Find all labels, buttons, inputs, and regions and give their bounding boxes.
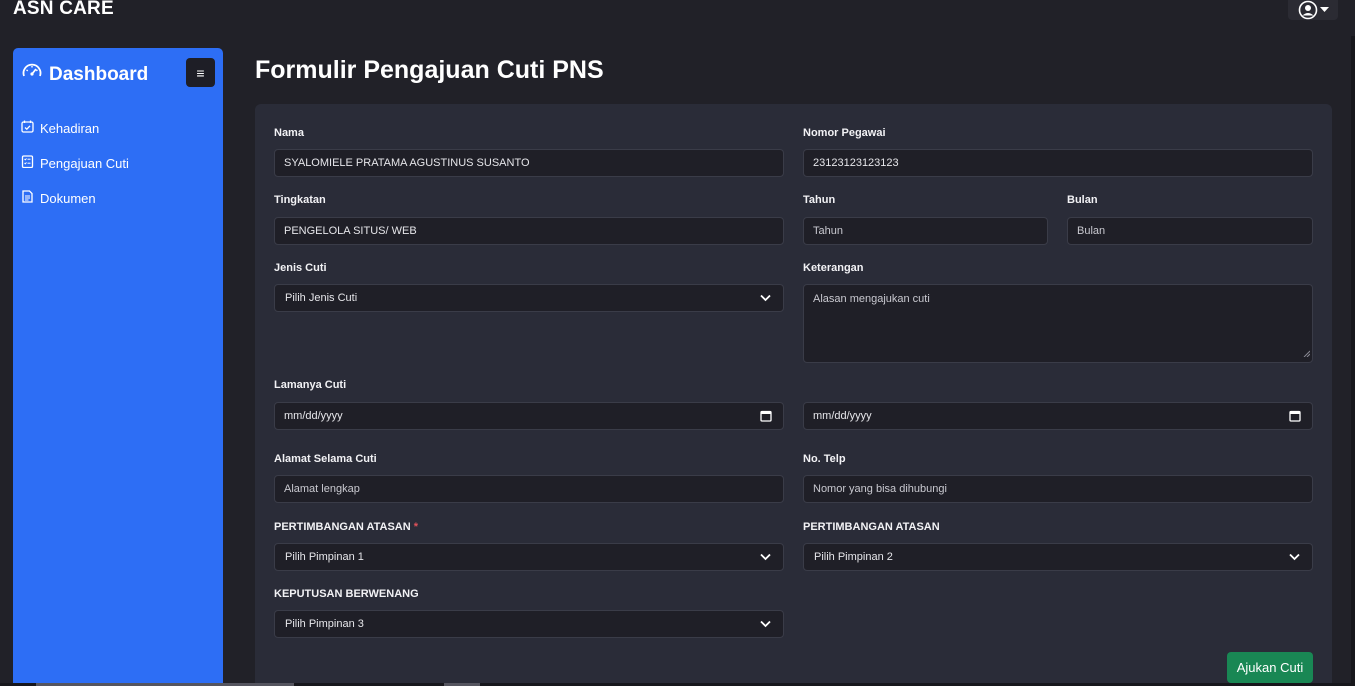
sidebar: Dashboard ≡ Kehadiran Pengajuan Cuti Dok… <box>13 48 223 686</box>
nama-field[interactable]: SYALOMIELE PRATAMA AGUSTINUS SUSANTO <box>274 149 784 177</box>
sidebar-item-dokumen[interactable]: Dokumen <box>21 190 96 206</box>
bulan-field[interactable]: Bulan <box>1067 217 1313 245</box>
nama-label: Nama <box>274 127 304 139</box>
calendar-icon[interactable] <box>1289 410 1301 425</box>
top-navbar: ASN CARE <box>0 0 1355 22</box>
keterangan-textarea[interactable]: Alasan mengajukan cuti <box>803 284 1313 363</box>
pertimbangan-1-selected: Pilih Pimpinan 1 <box>285 551 364 563</box>
sidebar-item-label: Kehadiran <box>40 120 100 136</box>
caret-down-icon <box>1319 7 1329 13</box>
required-mark: * <box>413 521 418 533</box>
tingkatan-label: Tingkatan <box>274 194 326 206</box>
sidebar-toggle-button[interactable]: ≡ <box>186 58 215 87</box>
pertimbangan-1-label-text: PERTIMBANGAN ATASAN <box>274 521 411 533</box>
vertical-scrollbar[interactable] <box>1351 36 1355 686</box>
clipboard-list-icon <box>21 155 34 171</box>
jenis-cuti-select[interactable]: Pilih Jenis Cuti <box>274 284 784 312</box>
jenis-cuti-label: Jenis Cuti <box>274 262 327 274</box>
chevron-down-icon <box>760 293 771 305</box>
jenis-cuti-selected: Pilih Jenis Cuti <box>285 292 358 304</box>
alamat-label: Alamat Selama Cuti <box>274 453 377 465</box>
lamanya-cuti-start-date[interactable]: mm/dd/yyyy <box>274 402 784 430</box>
nomor-pegawai-field[interactable]: 23123123123123 <box>803 149 1313 177</box>
sidebar-item-kehadiran[interactable]: Kehadiran <box>21 120 99 136</box>
telp-field[interactable]: Nomor yang bisa dihubungi <box>803 475 1313 503</box>
calendar-icon[interactable] <box>760 410 772 425</box>
telp-label: No. Telp <box>803 453 846 465</box>
resize-grip-icon[interactable] <box>1303 348 1311 360</box>
start-date-placeholder: mm/dd/yyyy <box>284 410 343 422</box>
chevron-down-icon <box>760 619 771 631</box>
sidebar-item-label: Pengajuan Cuti <box>40 155 129 171</box>
tingkatan-field[interactable]: PENGELOLA SITUS/ WEB <box>274 217 784 245</box>
page-title: Formulir Pengajuan Cuti PNS <box>255 56 604 84</box>
lamanya-cuti-label: Lamanya Cuti <box>274 379 347 391</box>
chevron-down-icon <box>1289 552 1300 564</box>
lamanya-cuti-end-date[interactable]: mm/dd/yyyy <box>803 402 1313 430</box>
bulan-label: Bulan <box>1067 194 1098 206</box>
ajukan-cuti-button[interactable]: Ajukan Cuti <box>1227 652 1313 683</box>
nomor-pegawai-label: Nomor Pegawai <box>803 127 886 139</box>
document-icon <box>21 190 34 206</box>
pertimbangan-2-selected: Pilih Pimpinan 2 <box>814 551 893 563</box>
calendar-check-icon <box>21 120 34 136</box>
tahun-label: Tahun <box>803 194 836 206</box>
keputusan-select[interactable]: Pilih Pimpinan 3 <box>274 610 784 638</box>
alamat-field[interactable]: Alamat lengkap <box>274 475 784 503</box>
sidebar-item-label: Dokumen <box>40 190 96 206</box>
chevron-down-icon <box>760 552 771 564</box>
sidebar-header[interactable]: Dashboard <box>21 61 148 88</box>
end-date-placeholder: mm/dd/yyyy <box>813 410 872 422</box>
keputusan-selected: Pilih Pimpinan 3 <box>285 618 364 630</box>
user-menu-button[interactable] <box>1288 0 1338 20</box>
user-circle-icon <box>1298 0 1318 20</box>
keterangan-label: Keterangan <box>803 262 864 274</box>
pertimbangan-1-label: PERTIMBANGAN ATASAN * <box>274 521 418 533</box>
sidebar-item-pengajuan-cuti[interactable]: Pengajuan Cuti <box>21 155 129 171</box>
pertimbangan-2-label: PERTIMBANGAN ATASAN <box>803 521 940 533</box>
sidebar-title: Dashboard <box>49 63 149 85</box>
pertimbangan-2-select[interactable]: Pilih Pimpinan 2 <box>803 543 1313 571</box>
keterangan-placeholder: Alasan mengajukan cuti <box>813 293 930 305</box>
keputusan-label: KEPUTUSAN BERWENANG <box>274 588 419 600</box>
tahun-field[interactable]: Tahun <box>803 217 1048 245</box>
pertimbangan-1-select[interactable]: Pilih Pimpinan 1 <box>274 543 784 571</box>
speedometer-icon <box>21 61 43 88</box>
app-brand[interactable]: ASN CARE <box>13 0 114 20</box>
